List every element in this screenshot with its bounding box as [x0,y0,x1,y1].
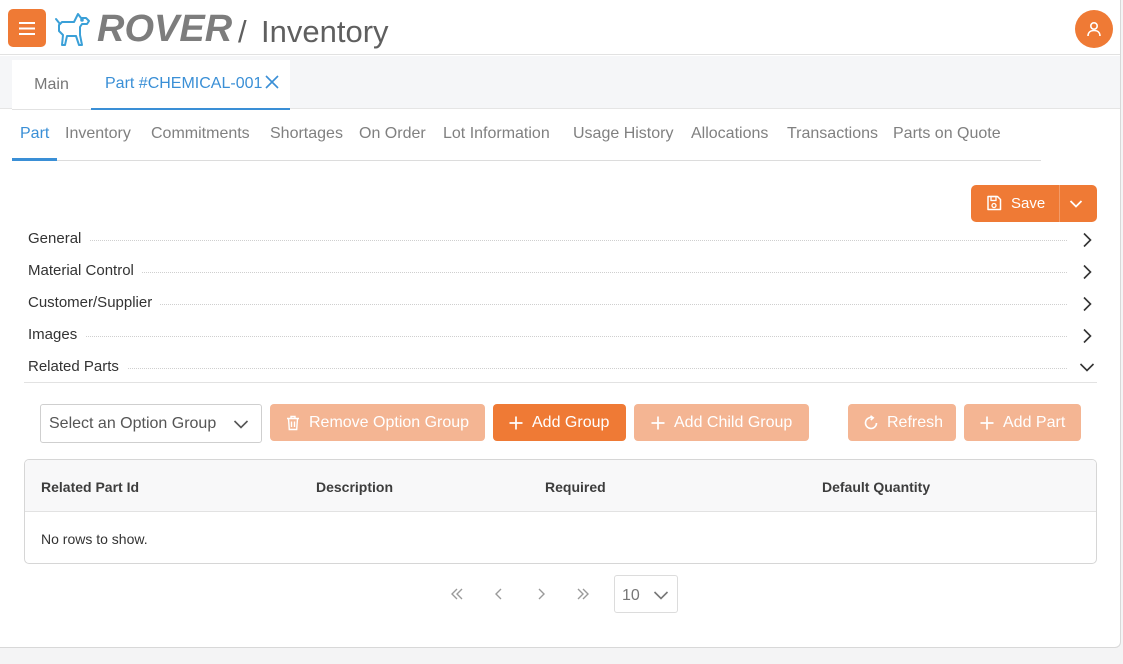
app-window: ROVER / Inventory Main Part #CHEMICAL-00… [0,0,1121,648]
tab-part-label: Part #CHEMICAL-001 [105,75,263,92]
subtab-transactions[interactable]: Transactions [787,125,878,143]
subtab-allocations[interactable]: Allocations [691,125,768,143]
refresh-label: Refresh [887,413,944,431]
section-leader [28,272,1067,273]
subtab-parts-on-quote[interactable]: Parts on Quote [893,125,1001,143]
user-icon [1087,21,1101,37]
last-page-icon[interactable] [575,586,591,602]
column-header-required[interactable]: Required [545,479,606,495]
refresh-button[interactable]: Refresh [848,404,956,441]
first-page-icon[interactable] [449,586,465,602]
section-leader [28,368,1067,369]
previous-page-icon[interactable] [491,586,507,602]
save-divider [1059,185,1060,222]
section-leader [28,336,1067,337]
section-leader [28,240,1067,241]
menu-icon [19,21,35,35]
module-title: Inventory [261,14,389,49]
grid-empty-message: No rows to show. [41,531,148,547]
save-icon [987,195,1002,211]
section-title: Material Control [28,262,142,279]
add-part-label: Add Part [1003,413,1066,431]
user-profile-button[interactable] [1075,10,1113,48]
plus-icon [508,415,524,431]
active-tab-indicator [12,158,57,161]
chevron-right-icon [1083,328,1092,344]
subtab-usage-history[interactable]: Usage History [573,125,673,143]
add-part-button[interactable]: Add Part [964,404,1081,441]
section-title: Customer/Supplier [28,294,161,311]
document-tab-bar: Main Part #CHEMICAL-001 [0,56,1120,110]
add-group-button[interactable]: Add Group [493,404,626,441]
chevron-right-icon [1083,296,1092,312]
column-header-description[interactable]: Description [316,479,393,495]
add-child-group-button[interactable]: Add Child Group [634,404,809,441]
plus-icon [979,415,995,431]
title-separator: / [238,14,247,49]
page-size-value: 10 [622,587,640,604]
add-group-label: Add Group [532,413,610,431]
save-split-button[interactable]: Save [971,185,1097,222]
brand-name: ROVER [97,8,233,50]
tab-part-chemical-001[interactable]: Part #CHEMICAL-001 [91,60,290,110]
trash-icon [285,415,301,431]
subtab-on-order[interactable]: On Order [359,125,426,143]
tab-main[interactable]: Main [12,60,91,110]
subtab-inventory[interactable]: Inventory [65,125,131,143]
subtab-lot-information[interactable]: Lot Information [443,125,550,143]
chevron-down-icon[interactable] [1069,197,1083,211]
section-images[interactable]: Images [28,324,1097,348]
section-title: Images [28,326,86,343]
section-divider [24,382,1097,383]
section-related-parts[interactable]: Related Parts [28,356,1097,380]
chevron-down-icon [1079,363,1095,372]
column-header-default-quantity[interactable]: Default Quantity [822,479,930,495]
app-header: ROVER / Inventory [0,0,1120,55]
refresh-icon [863,414,879,431]
column-header-related-part-id[interactable]: Related Part Id [41,479,139,495]
rover-dog-logo-icon [55,13,90,46]
section-general[interactable]: General [28,228,1097,252]
option-group-placeholder: Select an Option Group [49,415,217,432]
hamburger-menu-button[interactable] [8,9,46,47]
page-size-select[interactable]: 10 [614,575,678,613]
add-child-group-label: Add Child Group [674,413,793,431]
chevron-down-icon [653,591,669,600]
section-material-control[interactable]: Material Control [28,260,1097,284]
chevron-down-icon [233,420,249,429]
close-tab-icon[interactable] [264,74,280,90]
subtab-part[interactable]: Part [20,125,49,143]
next-page-icon[interactable] [533,586,549,602]
section-customer-supplier[interactable]: Customer/Supplier [28,292,1097,316]
chevron-right-icon [1083,264,1092,280]
subtab-commitments[interactable]: Commitments [151,125,250,143]
plus-icon [650,415,666,431]
section-title: Related Parts [28,358,127,375]
subtab-shortages[interactable]: Shortages [270,125,343,143]
remove-option-group-label: Remove Option Group [309,413,470,431]
remove-option-group-button[interactable]: Remove Option Group [270,404,485,441]
part-sub-tab-bar: Part Inventory Commitments Shortages On … [12,111,1041,161]
chevron-right-icon [1083,232,1092,248]
grid-header: Related Part Id Description Required Def… [25,460,1096,512]
option-group-select[interactable]: Select an Option Group [40,404,262,443]
section-leader [28,304,1067,305]
save-button-label: Save [1011,195,1046,212]
related-parts-grid: Related Part Id Description Required Def… [24,459,1097,564]
section-title: General [28,230,90,247]
